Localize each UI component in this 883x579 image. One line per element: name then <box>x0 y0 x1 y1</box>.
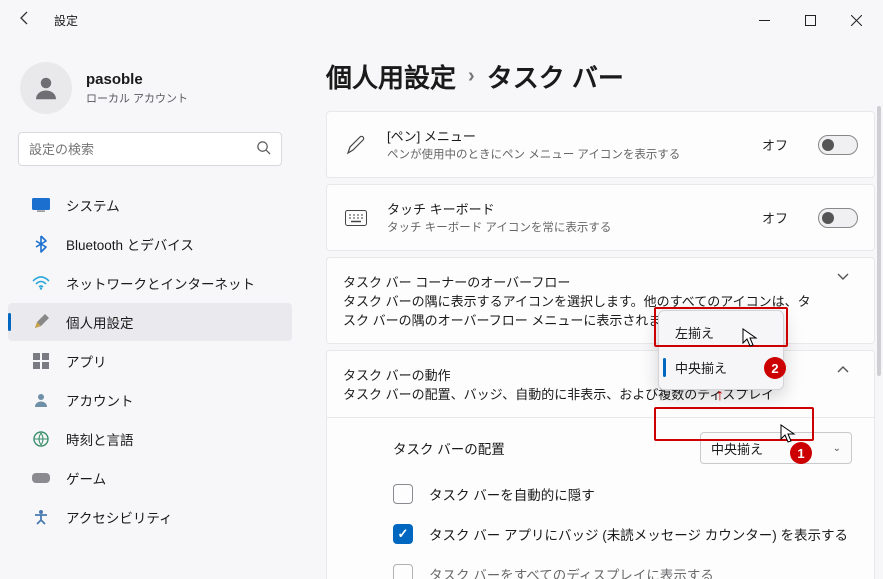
minimize-button[interactable] <box>741 4 787 36</box>
close-button[interactable] <box>833 4 879 36</box>
sidebar-item-personalization[interactable]: 個人用設定 <box>8 303 292 341</box>
setting-title: [ペン] メニュー <box>387 126 744 145</box>
toggle-state-label: オフ <box>762 208 788 227</box>
sidebar-item-label: 時刻と言語 <box>66 429 134 449</box>
setting-subtitle: ペンが使用中のときにペン メニュー アイコンを表示する <box>387 147 744 163</box>
row-show-badges[interactable]: タスク バー アプリにバッジ (未読メッセージ カウンター) を表示する <box>327 514 874 554</box>
sidebar-item-label: 個人用設定 <box>66 312 134 332</box>
pen-icon <box>343 134 369 156</box>
row-label: タスク バーの配置 <box>393 438 684 458</box>
titlebar: 設定 <box>0 0 883 40</box>
toggle-switch[interactable] <box>818 208 858 228</box>
chevron-down-icon <box>828 272 858 282</box>
sidebar-item-system[interactable]: システム <box>8 186 292 224</box>
sidebar-item-bluetooth[interactable]: Bluetooth とデバイス <box>8 225 292 263</box>
sidebar-item-label: システム <box>66 195 120 215</box>
alignment-dropdown[interactable]: 左揃え 中央揃え <box>658 310 784 390</box>
accessibility-icon <box>32 508 50 526</box>
breadcrumb-current: タスク バー <box>487 58 624 95</box>
search-box[interactable] <box>18 132 282 166</box>
avatar <box>20 62 72 114</box>
chevron-up-icon <box>828 365 858 375</box>
sidebar-item-account[interactable]: アカウント <box>8 381 292 419</box>
toggle-state-label: オフ <box>762 135 788 154</box>
row-auto-hide[interactable]: タスク バーを自動的に隠す <box>327 474 874 514</box>
setting-taskbar-behavior[interactable]: タスク バーの動作 タスク バーの配置、バッジ、自動的に非表示、および複数のディ… <box>326 350 875 418</box>
bluetooth-icon <box>32 235 50 253</box>
personalization-icon <box>32 313 50 331</box>
user-subtitle: ローカル アカウント <box>86 90 188 106</box>
setting-pen-menu[interactable]: [ペン] メニュー ペンが使用中のときにペン メニュー アイコンを表示する オフ <box>326 111 875 178</box>
chevron-down-icon: ⌄ <box>833 443 841 454</box>
checkbox[interactable] <box>393 484 413 504</box>
user-block[interactable]: pasoble ローカル アカウント <box>0 44 300 132</box>
checkbox[interactable] <box>393 524 413 544</box>
setting-title: タッチ キーボード <box>387 199 744 218</box>
sidebar-item-apps[interactable]: アプリ <box>8 342 292 380</box>
window-title: 設定 <box>54 12 78 29</box>
sidebar-item-label: ネットワークとインターネット <box>66 273 255 293</box>
sidebar-item-accessibility[interactable]: アクセシビリティ <box>8 498 292 536</box>
breadcrumb-parent[interactable]: 個人用設定 <box>326 58 456 95</box>
sidebar-item-gaming[interactable]: ゲーム <box>8 459 292 497</box>
toggle-switch[interactable] <box>818 135 858 155</box>
main-panel: 個人用設定 › タスク バー [ペン] メニュー ペンが使用中のときにペン メニ… <box>300 40 883 579</box>
time-language-icon <box>32 430 50 448</box>
dropdown-option-left[interactable]: 左揃え <box>663 315 779 350</box>
network-icon <box>32 274 50 292</box>
search-icon <box>256 140 271 158</box>
select-value: 中央揃え <box>711 439 763 458</box>
setting-corner-overflow[interactable]: タスク バー コーナーのオーバーフロー タスク バーの隅に表示するアイコンを選択… <box>326 257 875 344</box>
alignment-select[interactable]: 中央揃え ⌄ <box>700 432 852 464</box>
sidebar-item-label: Bluetooth とデバイス <box>66 234 194 254</box>
back-button[interactable] <box>10 10 40 31</box>
dropdown-option-center[interactable]: 中央揃え <box>663 350 779 385</box>
row-taskbar-alignment: タスク バーの配置 中央揃え ⌄ <box>327 422 874 474</box>
apps-icon <box>32 352 50 370</box>
gaming-icon <box>32 469 50 487</box>
row-label: タスク バーを自動的に隠す <box>429 484 852 504</box>
setting-title: タスク バー コーナーのオーバーフロー <box>343 272 814 291</box>
sidebar-item-network[interactable]: ネットワークとインターネット <box>8 264 292 302</box>
system-icon <box>32 196 50 214</box>
sidebar-item-time-language[interactable]: 時刻と言語 <box>8 420 292 458</box>
chevron-right-icon: › <box>468 65 475 88</box>
row-multi-display[interactable]: タスク バーをすべてのディスプレイに表示する <box>327 554 874 579</box>
account-icon <box>32 391 50 409</box>
checkbox[interactable] <box>393 564 413 579</box>
breadcrumb: 個人用設定 › タスク バー <box>326 40 875 111</box>
row-label: タスク バー アプリにバッジ (未読メッセージ カウンター) を表示する <box>429 524 852 544</box>
sidebar-item-label: ゲーム <box>66 468 106 488</box>
search-input[interactable] <box>29 142 256 157</box>
sidebar: pasoble ローカル アカウント システム Bluetooth とデバイ <box>0 40 300 579</box>
sidebar-item-label: アプリ <box>66 351 107 371</box>
setting-touch-keyboard[interactable]: タッチ キーボード タッチ キーボード アイコンを常に表示する オフ <box>326 184 875 251</box>
maximize-button[interactable] <box>787 4 833 36</box>
keyboard-icon <box>343 210 369 226</box>
sidebar-item-label: アクセシビリティ <box>66 507 173 527</box>
row-label: タスク バーをすべてのディスプレイに表示する <box>429 564 852 579</box>
setting-subtitle: タッチ キーボード アイコンを常に表示する <box>387 220 744 236</box>
scrollbar[interactable] <box>877 106 881 376</box>
nav-list: システム Bluetooth とデバイス ネットワークとインターネット 個人用設… <box>0 180 300 536</box>
sidebar-item-label: アカウント <box>66 390 134 410</box>
user-name: pasoble <box>86 71 188 88</box>
